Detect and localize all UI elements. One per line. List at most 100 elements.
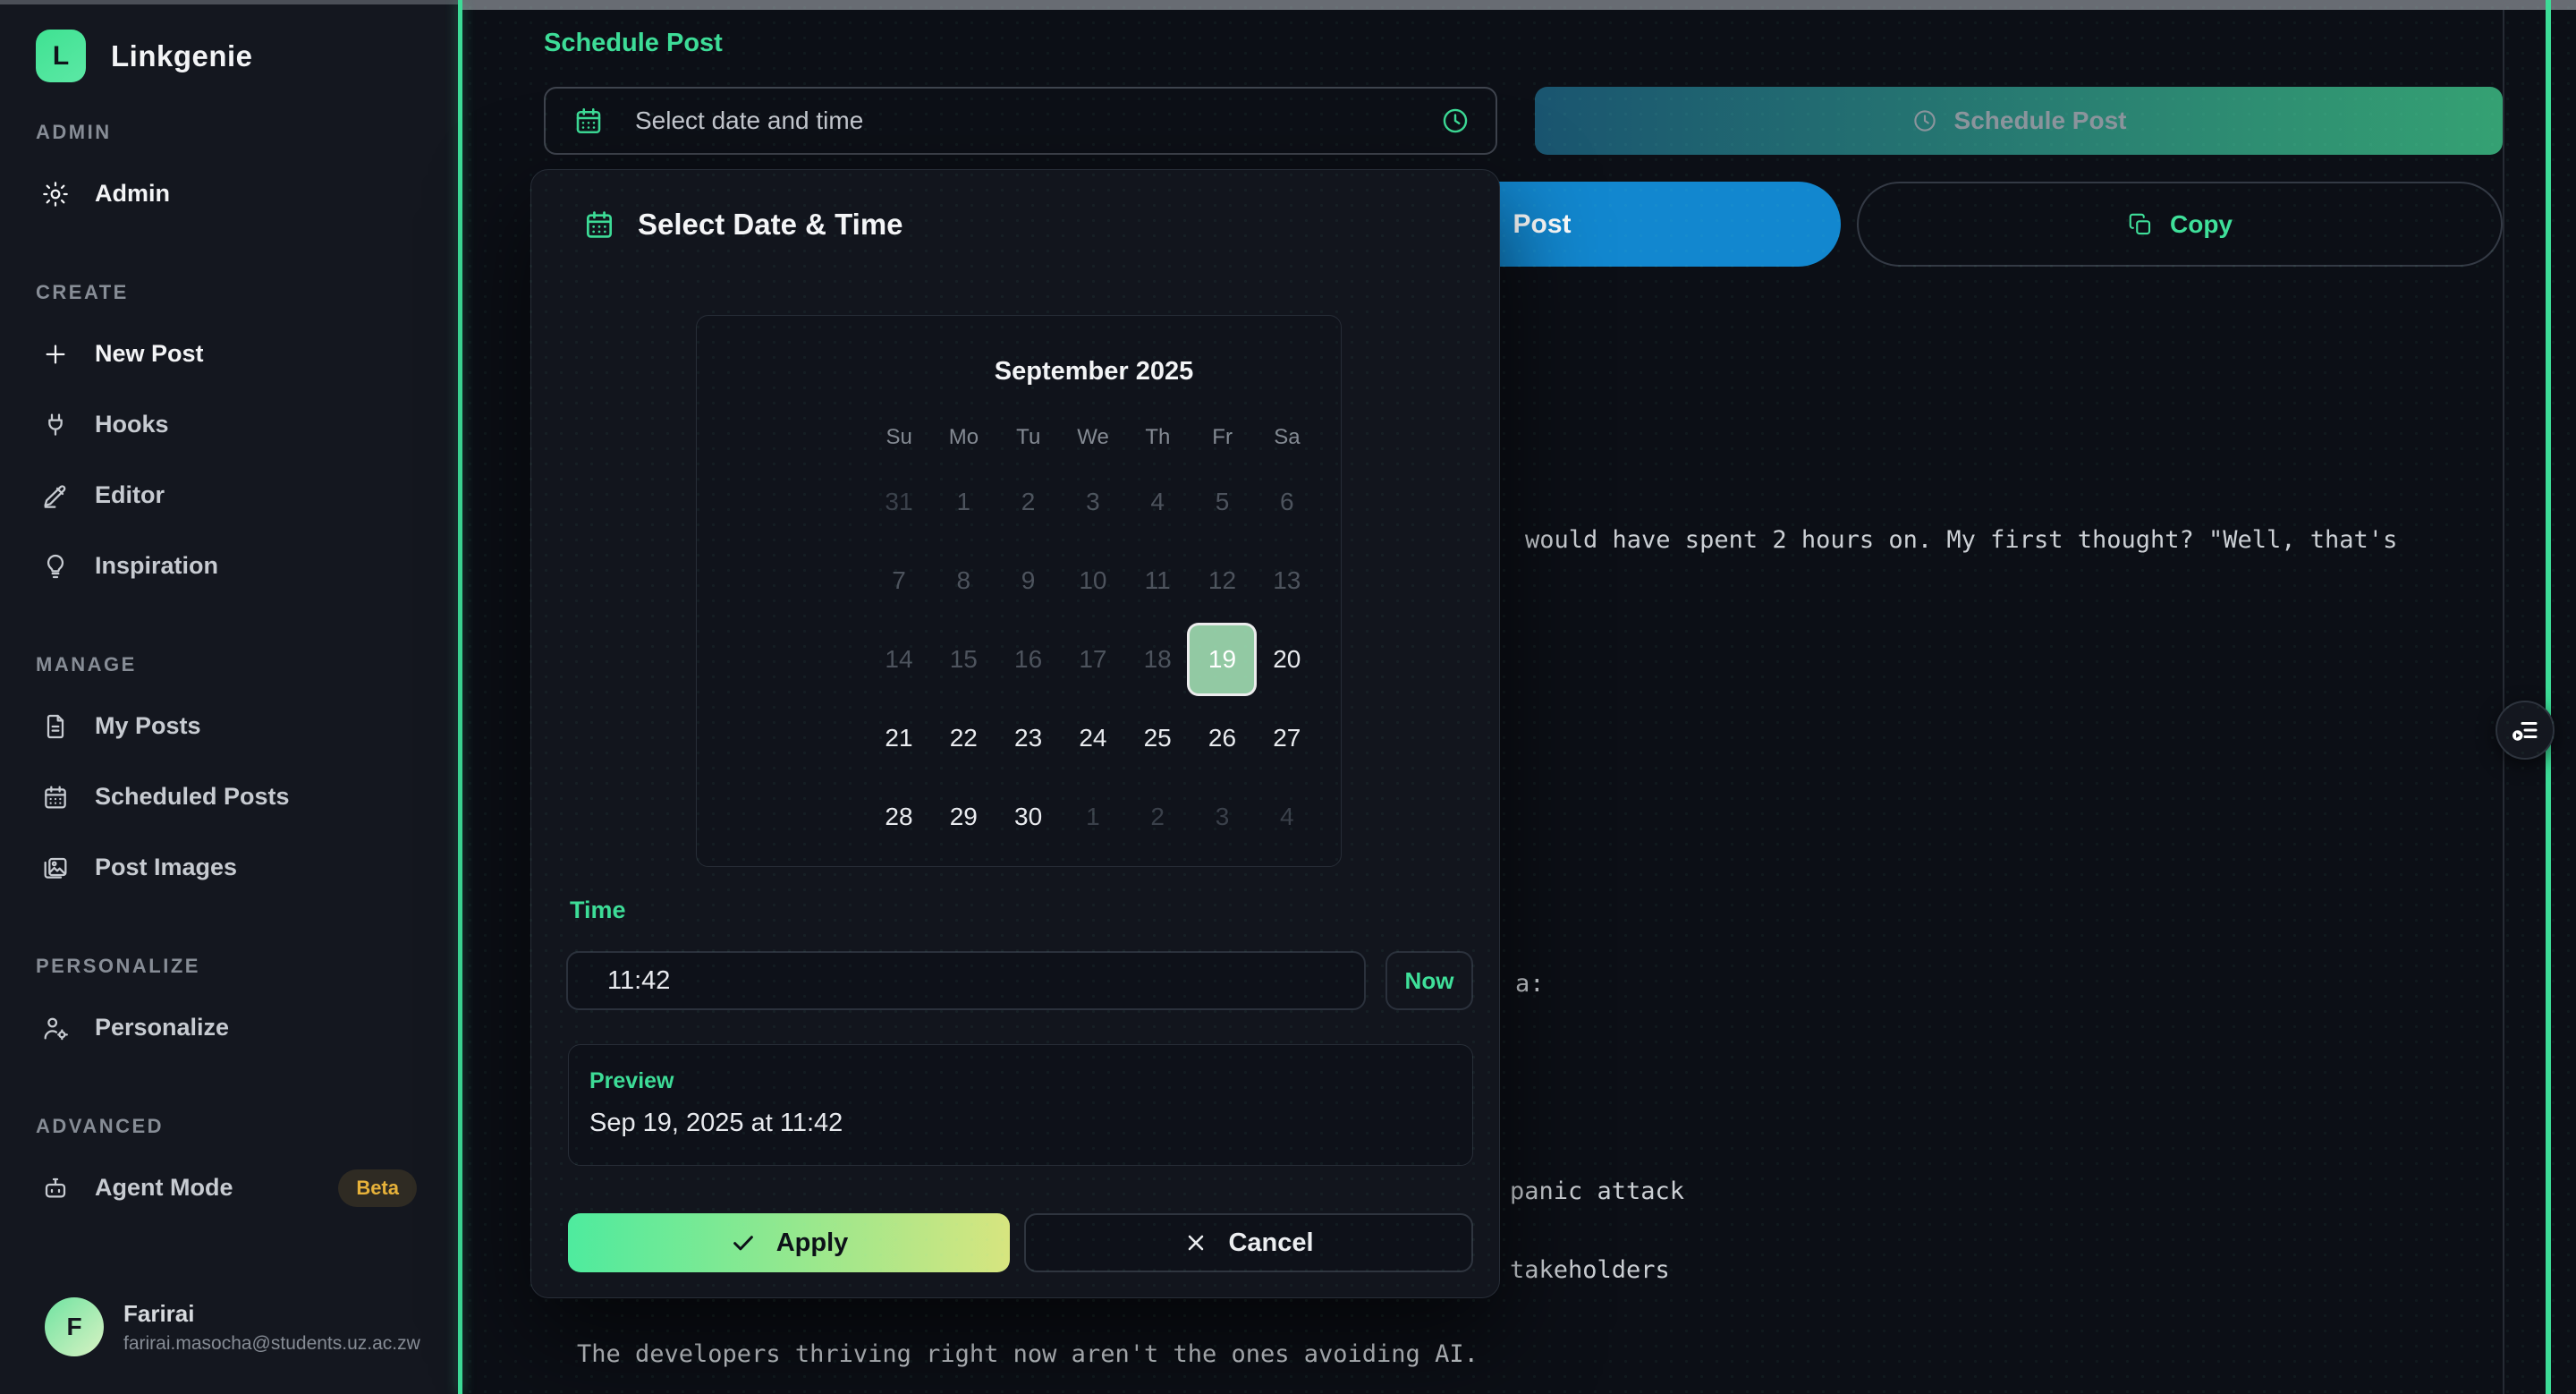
datetime-picker-modal: Select Date & Time September 2025 SuMoTu… <box>530 169 1500 1298</box>
calendar-day-27[interactable]: 27 <box>1255 704 1319 772</box>
top-strip-content <box>462 0 2576 10</box>
calendar-grid: 3112345678910111213141516171819202122232… <box>867 463 1319 856</box>
copy-button-label: Copy <box>2170 210 2233 239</box>
datetime-placeholder: Select date and time <box>635 106 1440 135</box>
apply-button-label: Apply <box>776 1228 849 1258</box>
calendar-day-28[interactable]: 28 <box>867 783 931 851</box>
preview-value: Sep 19, 2025 at 11:42 <box>589 1109 1472 1138</box>
time-label: Time <box>570 897 626 924</box>
queue-toggle-button[interactable] <box>2496 701 2555 760</box>
calendar-day-20[interactable]: 20 <box>1255 625 1319 693</box>
schedule-post-button-label: Schedule Post <box>1954 106 2127 135</box>
sidebar-item-scheduled-posts[interactable]: Scheduled Posts <box>0 761 458 832</box>
sidebar-item-personalize[interactable]: Personalize <box>0 992 458 1063</box>
editor-text-fragment: panic attack <box>1510 1177 1684 1205</box>
cancel-button[interactable]: Cancel <box>1024 1213 1473 1272</box>
time-input[interactable] <box>566 951 1366 1010</box>
calendar-day-23[interactable]: 23 <box>996 704 1061 772</box>
weekday-label: We <box>1061 425 1125 450</box>
calendar-day-29[interactable]: 29 <box>931 783 996 851</box>
sidebar-section: ADMIN Admin <box>0 119 458 229</box>
section-label: PERSONALIZE <box>36 953 458 980</box>
calendar-day-4: 4 <box>1255 783 1319 851</box>
datetime-field[interactable]: Select date and time <box>544 87 1497 155</box>
sidebar-item-label: Scheduled Posts <box>95 783 290 811</box>
editor-text-line: would have spent 2 hours on. My first th… <box>1525 526 2397 554</box>
modal-title: Select Date & Time <box>638 208 903 242</box>
calendar-day-10: 10 <box>1061 547 1125 615</box>
right-divider <box>2546 0 2551 1394</box>
clock-icon <box>1440 106 1470 136</box>
calendar-day-24[interactable]: 24 <box>1061 704 1125 772</box>
app-name: Linkgenie <box>111 39 253 73</box>
preview-label: Preview <box>589 1068 1472 1094</box>
sidebar-item-inspiration[interactable]: Inspiration <box>0 531 458 601</box>
calendar-day-13: 13 <box>1255 547 1319 615</box>
weekday-label: Mo <box>931 425 996 450</box>
calendar-day-1: 1 <box>931 468 996 536</box>
sidebar-item-label: New Post <box>95 340 204 368</box>
calendar-day-25[interactable]: 25 <box>1125 704 1190 772</box>
schedule-post-button[interactable]: Schedule Post <box>1535 87 2503 155</box>
copy-button[interactable]: Copy <box>1857 182 2503 267</box>
calendar-day-18: 18 <box>1125 625 1190 693</box>
calendar-day-1: 1 <box>1061 783 1125 851</box>
sidebar-item-agent-mode[interactable]: Agent Mode Beta <box>0 1152 458 1223</box>
sidebar-divider <box>458 0 462 1394</box>
sidebar: L Linkgenie ADMIN Admin CREATE New Post Hook… <box>0 0 458 1394</box>
sidebar-item-editor[interactable]: Editor <box>0 460 458 531</box>
top-strip-sidebar <box>0 0 462 4</box>
close-icon <box>1183 1230 1208 1255</box>
sidebar-item-label: Editor <box>95 481 165 509</box>
robot-icon <box>41 1174 70 1203</box>
sidebar-item-admin[interactable]: Admin <box>0 158 458 229</box>
sidebar-sections: ADMIN Admin CREATE New Post Hooks Editor Inspi… <box>0 119 458 1273</box>
sidebar-item-my-posts[interactable]: My Posts <box>0 691 458 761</box>
now-button[interactable]: Now <box>1385 951 1473 1010</box>
content-right-border <box>2503 0 2504 1394</box>
sidebar-item-label: Agent Mode <box>95 1174 233 1202</box>
preview-panel: Preview Sep 19, 2025 at 11:42 <box>568 1044 1473 1166</box>
copy-icon <box>2127 211 2154 238</box>
calendar-day-3: 3 <box>1190 783 1254 851</box>
calendar-day-30[interactable]: 30 <box>996 783 1061 851</box>
calendar-day-19[interactable]: 19 <box>1190 625 1254 693</box>
calendar-weekdays: SuMoTuWeThFrSa <box>867 425 1319 450</box>
calendar-day-16: 16 <box>996 625 1061 693</box>
section-label: ADMIN <box>36 119 458 146</box>
calendar-day-2: 2 <box>1125 783 1190 851</box>
app-logo: L <box>36 30 86 82</box>
calendar-day-31: 31 <box>867 468 931 536</box>
user-profile[interactable]: F Farirai farirai.masocha@students.uz.ac… <box>45 1297 420 1356</box>
sidebar-item-new-post[interactable]: New Post <box>0 319 458 389</box>
calendar-day-22[interactable]: 22 <box>931 704 996 772</box>
plug-icon <box>41 411 70 439</box>
sidebar-item-post-images[interactable]: Post Images <box>0 832 458 903</box>
calendar-day-5: 5 <box>1190 468 1254 536</box>
calendar-month-label: September 2025 <box>867 357 1321 387</box>
calendar-day-12: 12 <box>1190 547 1254 615</box>
calendar-day-3: 3 <box>1061 468 1125 536</box>
editor-text-fragment: takeholders <box>1510 1256 1670 1284</box>
section-label: CREATE <box>36 279 458 306</box>
sidebar-item-label: My Posts <box>95 712 201 740</box>
plus-icon <box>41 340 70 369</box>
apply-button[interactable]: Apply <box>568 1213 1010 1272</box>
gear-icon <box>41 180 70 208</box>
user-meta: Farirai farirai.masocha@students.uz.ac.z… <box>123 1300 420 1355</box>
modal-header: Select Date & Time <box>582 208 903 242</box>
calendar-day-26[interactable]: 26 <box>1190 704 1254 772</box>
beta-badge: Beta <box>338 1169 417 1207</box>
sidebar-item-hooks[interactable]: Hooks <box>0 389 458 460</box>
calendar-day-21[interactable]: 21 <box>867 704 931 772</box>
sidebar-section: MANAGEMy PostsScheduled PostsPost Images <box>0 651 458 903</box>
calendar-day-11: 11 <box>1125 547 1190 615</box>
now-button-label: Now <box>1405 967 1454 995</box>
weekday-label: Th <box>1125 425 1190 450</box>
sidebar-section: CREATE New Post Hooks Editor Inspiration <box>0 279 458 601</box>
calendar-day-14: 14 <box>867 625 931 693</box>
sidebar-item-label: Admin <box>95 180 170 208</box>
calendar-widget: September 2025 SuMoTuWeThFrSa 3112345678… <box>696 315 1342 867</box>
calendar-day-7: 7 <box>867 547 931 615</box>
image-icon <box>41 854 70 882</box>
